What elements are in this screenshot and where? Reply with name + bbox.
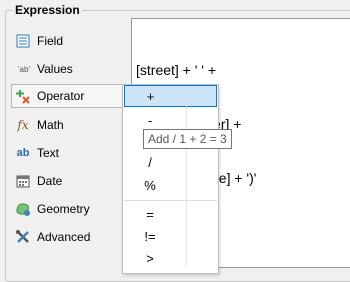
category-operator[interactable]: Operator [11, 84, 123, 108]
geometry-icon [15, 201, 31, 217]
category-label: Field [37, 34, 64, 48]
operator-item-minus[interactable]: - [124, 109, 216, 131]
operator-item-plus[interactable]: + [124, 85, 217, 107]
operator-item-not-equals[interactable]: != [124, 225, 216, 247]
category-label: Math [37, 118, 64, 132]
category-label: Date [37, 174, 63, 188]
category-label: Geometry [37, 202, 90, 216]
text-icon: ab [16, 147, 30, 159]
group-title: Expression [13, 3, 82, 17]
operator-item-greater-than[interactable]: > [124, 247, 216, 269]
separator [124, 200, 217, 201]
category-label: Values [37, 62, 73, 76]
date-icon [15, 173, 31, 189]
category-date[interactable]: Date [11, 169, 121, 193]
advanced-icon [15, 229, 31, 245]
operator-item-modulo[interactable]: % [124, 174, 216, 196]
category-math[interactable]: fx Math [11, 113, 121, 137]
operator-icon [15, 88, 31, 104]
values-icon: 'ab' [18, 64, 30, 74]
math-icon: fx [17, 118, 29, 132]
operator-popup: + - / % = != > [122, 84, 219, 274]
category-label: Operator [37, 89, 85, 103]
category-values[interactable]: 'ab' Values [11, 57, 121, 81]
operator-tooltip: Add / 1 + 2 = 3 [143, 129, 232, 149]
code-line: [street] + ' ' + [136, 62, 217, 78]
operator-item-equals[interactable]: = [124, 203, 216, 225]
category-field[interactable]: Field [11, 29, 121, 53]
category-geometry[interactable]: Geometry [11, 197, 121, 221]
category-text[interactable]: ab Text [11, 141, 121, 165]
operator-item-divide[interactable]: / [124, 151, 216, 173]
category-label: Text [37, 146, 60, 160]
category-advanced[interactable]: Advanced [11, 225, 121, 249]
category-label: Advanced [37, 230, 91, 244]
field-icon [15, 33, 31, 49]
